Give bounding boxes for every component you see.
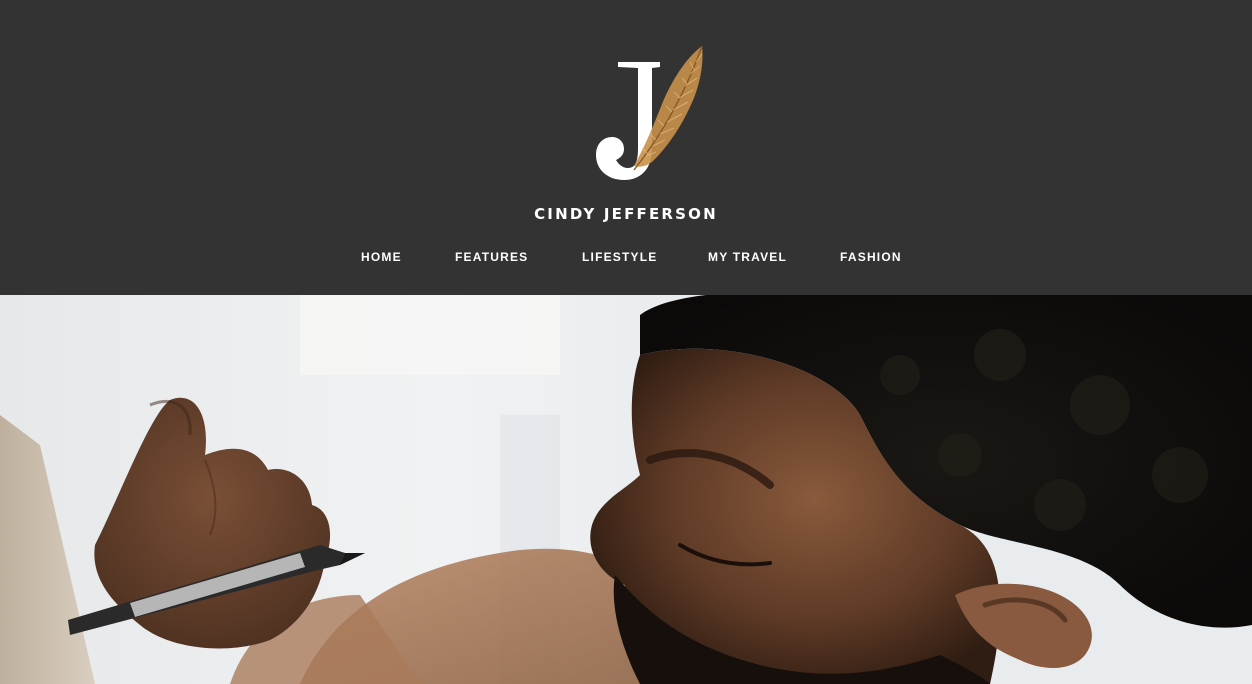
hero-image <box>0 295 1252 684</box>
nav-item-features[interactable]: FEATURES <box>455 248 528 266</box>
site-title[interactable]: CINDY JEFFERSON <box>0 204 1252 224</box>
site-logo[interactable] <box>590 40 714 185</box>
nav-item-home[interactable]: HOME <box>361 248 402 266</box>
main-nav: HOME FEATURES LIFESTYLE MY TRAVEL FASHIO… <box>0 248 1252 266</box>
nav-item-lifestyle[interactable]: LIFESTYLE <box>582 248 657 266</box>
site-header: CINDY JEFFERSON HOME FEATURES LIFESTYLE … <box>0 0 1252 295</box>
logo-j-feather-icon <box>596 45 703 180</box>
nav-item-fashion[interactable]: FASHION <box>840 248 902 266</box>
nav-item-my-travel[interactable]: MY TRAVEL <box>708 248 787 266</box>
hero-photo <box>0 295 1252 684</box>
